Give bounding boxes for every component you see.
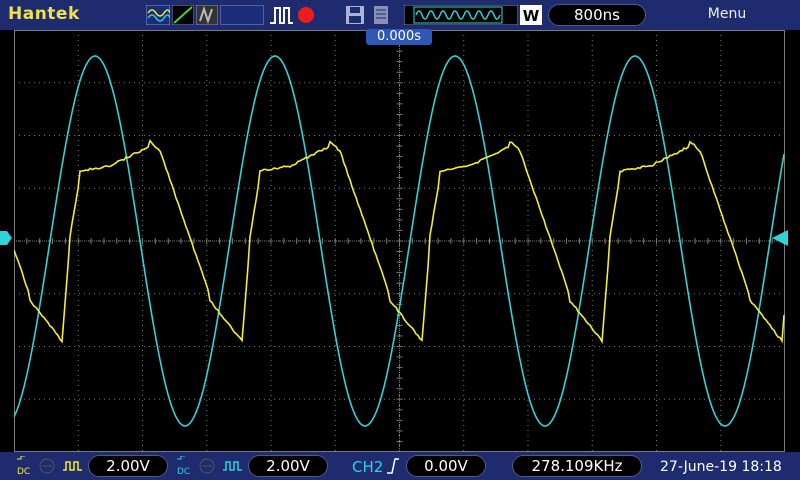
svg-text:W: W [523, 7, 540, 25]
printer-icon[interactable] [370, 5, 392, 25]
scope-display [14, 30, 785, 452]
wave-mode-icon[interactable] [146, 5, 170, 25]
ch1-zero-marker[interactable] [0, 231, 12, 245]
trigger-level-marker[interactable] [772, 230, 788, 246]
w-icon[interactable]: W [520, 5, 542, 25]
top-toolbar [0, 0, 800, 30]
trigger-level[interactable]: 0.00V [406, 455, 486, 477]
ch1-coupling-text: DC [17, 467, 30, 476]
ch1-scale[interactable]: 2.00V [88, 455, 168, 477]
frequency-readout: 278.109KHz [512, 455, 642, 477]
ch1-probe-icon[interactable] [62, 456, 84, 476]
trigger-rise-icon[interactable] [386, 456, 400, 476]
graticule [14, 30, 785, 452]
timebase-value[interactable]: 800ns [548, 4, 646, 26]
ch2-scale[interactable]: 2.00V [248, 455, 328, 477]
ch2-coupling-icon[interactable]: DC [176, 456, 194, 476]
ch2-probe-icon[interactable] [222, 456, 244, 476]
persist-icon[interactable] [196, 5, 218, 25]
record-icon[interactable] [296, 5, 316, 25]
waveform-memory-icon [404, 5, 518, 25]
run-icon[interactable] [268, 5, 294, 25]
menu-button[interactable]: Menu [700, 6, 754, 22]
save-icon[interactable] [344, 5, 366, 25]
ch1-bw-icon[interactable] [38, 456, 56, 476]
trigger-source[interactable]: CH2 [352, 458, 383, 476]
trigger-time-label: 0.000s [366, 29, 432, 45]
datetime: 27-June-19 18:18 [660, 459, 782, 475]
ch1-coupling-icon[interactable]: DC [16, 456, 34, 476]
status-box [220, 5, 264, 25]
ch2-bw-icon[interactable] [198, 456, 216, 476]
vector-mode-icon[interactable] [172, 5, 194, 25]
ch2-coupling-text: DC [177, 467, 190, 476]
brand-logo: Hantek [8, 4, 80, 24]
